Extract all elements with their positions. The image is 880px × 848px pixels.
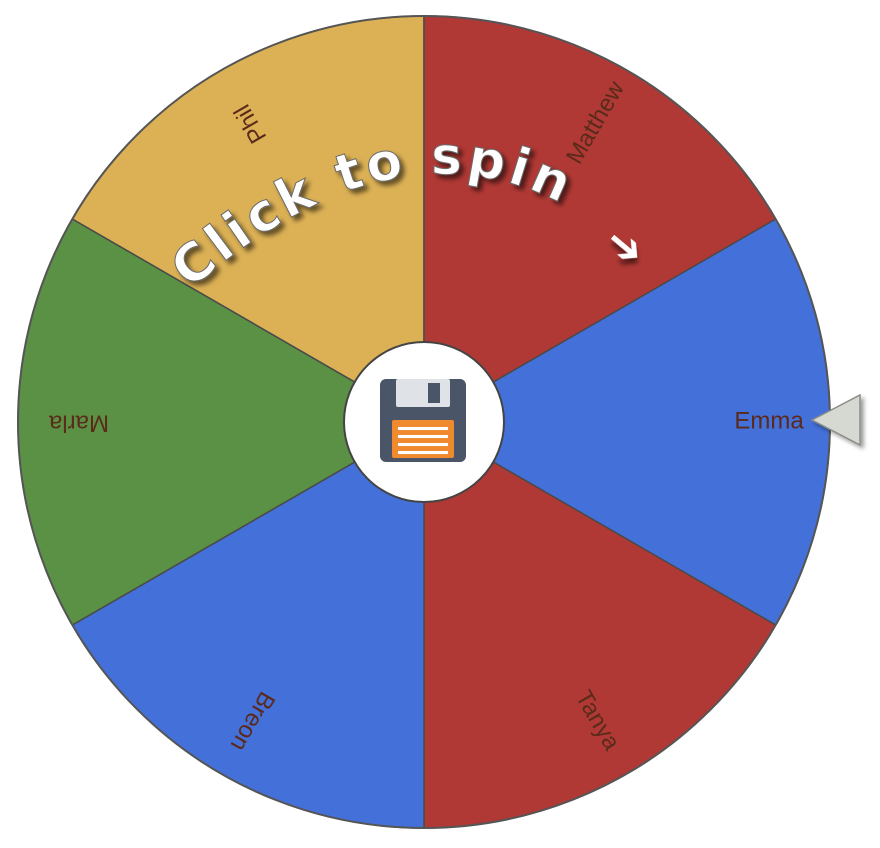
save-button[interactable] — [343, 341, 505, 503]
spinner-wheel[interactable]: EmmaTanyaBreonMarlaPhil Matthew Click to … — [0, 0, 880, 848]
segment-label-marla: Marla — [48, 410, 109, 437]
segment-label-emma: Emma — [734, 407, 804, 434]
spinner-wheel-app: Emma Tanya Breon Marla Phil Matthew Click to … — [0, 0, 880, 848]
floppy-disk-icon — [380, 379, 466, 462]
